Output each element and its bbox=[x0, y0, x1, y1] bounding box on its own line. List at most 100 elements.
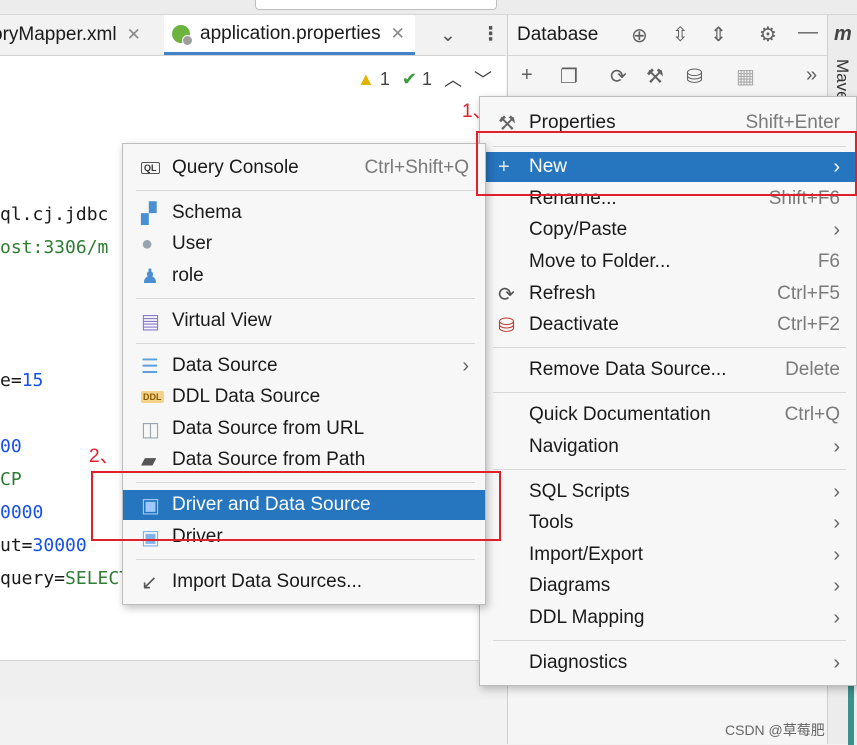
chevron-down-icon[interactable]: ⌄ bbox=[440, 24, 456, 47]
chevron-right-icon: › bbox=[833, 651, 840, 674]
code-key: query= bbox=[0, 568, 66, 589]
chevron-right-icon: › bbox=[833, 511, 840, 534]
menu-item-query-console[interactable]: QL Query Console Ctrl+Shift+Q bbox=[123, 153, 485, 183]
menu-separator bbox=[136, 298, 475, 299]
tab-label: oryMapper.xml bbox=[0, 24, 117, 45]
code-line: e=15 bbox=[0, 370, 43, 391]
menu-item-move-to-folder[interactable]: Move to Folder... F6 bbox=[480, 247, 856, 277]
code-key: e= bbox=[0, 370, 22, 391]
menu-item-data-source-from-url[interactable]: ◫ Data Source from URL bbox=[123, 414, 485, 444]
menu-separator bbox=[493, 640, 846, 641]
folder-icon: ▰ bbox=[141, 449, 157, 472]
menu-item-virtual-view[interactable]: ▤ Virtual View bbox=[123, 306, 485, 336]
chevron-right-icon: › bbox=[462, 354, 469, 377]
tab-application-properties[interactable]: application.properties ✕ bbox=[164, 15, 415, 55]
menu-item-label: Query Console bbox=[172, 157, 299, 178]
code-value: 00 bbox=[0, 436, 22, 457]
tab-mapper-xml[interactable]: oryMapper.xml ✕ bbox=[0, 15, 141, 55]
virtual-view-icon: ▤ bbox=[141, 310, 160, 333]
menu-item-ddl-data-source[interactable]: DDL DDL Data Source bbox=[123, 382, 485, 412]
menu-item-schema[interactable]: ▞ Schema bbox=[123, 198, 485, 228]
menu-item-diagnostics[interactable]: Diagnostics › bbox=[480, 648, 856, 678]
menu-item-import-data-sources[interactable]: ↙ Import Data Sources... bbox=[123, 567, 485, 597]
menu-item-navigation[interactable]: Navigation › bbox=[480, 432, 856, 462]
maven-icon[interactable]: m bbox=[834, 23, 852, 46]
plus-icon[interactable]: + bbox=[521, 64, 533, 87]
tab-label: application.properties bbox=[200, 22, 381, 44]
minimize-icon[interactable]: — bbox=[798, 21, 818, 44]
menu-item-quick-documentation[interactable]: Quick Documentation Ctrl+Q bbox=[480, 400, 856, 430]
chevron-right-icon: › bbox=[833, 435, 840, 458]
close-icon[interactable]: ✕ bbox=[391, 24, 405, 44]
code-line: ql.cj.jdbc bbox=[0, 204, 108, 225]
menu-item-deactivate[interactable]: ⛁ Deactivate Ctrl+F2 bbox=[480, 310, 856, 340]
menu-item-label: Import Data Sources... bbox=[172, 571, 363, 592]
chevron-right-icon: › bbox=[833, 543, 840, 566]
expand-all-icon[interactable]: ⇳ bbox=[672, 22, 689, 47]
deactivate-icon[interactable]: ⛁ bbox=[686, 64, 703, 89]
menu-item-label: Import/Export bbox=[529, 544, 644, 565]
maven-tab[interactable]: Mave bbox=[832, 59, 852, 101]
scroll-indicator bbox=[848, 685, 854, 745]
menu-item-label: Copy/Paste bbox=[529, 219, 628, 240]
spring-leaf-icon bbox=[172, 24, 193, 46]
close-icon[interactable]: ✕ bbox=[127, 25, 141, 45]
menu-item-remove-data-source[interactable]: Remove Data Source... Delete bbox=[480, 355, 856, 385]
code-value: 30000 bbox=[32, 535, 87, 556]
chevron-down-icon[interactable]: ﹀ bbox=[474, 66, 492, 92]
database-title: Database bbox=[517, 24, 599, 45]
menu-item-diagrams[interactable]: Diagrams › bbox=[480, 571, 856, 601]
shortcut-hint: Ctrl+Q bbox=[784, 404, 840, 425]
menu-item-sql-scripts[interactable]: SQL Scripts › bbox=[480, 477, 856, 507]
copy-icon[interactable]: ❐ bbox=[560, 64, 578, 89]
watermark: CSDN @草莓肥 bbox=[725, 722, 825, 738]
wrench-db-icon[interactable]: ⚒ bbox=[646, 64, 664, 89]
shortcut-hint: Delete bbox=[785, 359, 840, 380]
chevron-right-icon: › bbox=[833, 574, 840, 597]
code-value: 0000 bbox=[0, 502, 44, 523]
import-icon: ↙ bbox=[141, 571, 158, 594]
code-line: 00 bbox=[0, 436, 22, 457]
menu-item-label: DDL Mapping bbox=[529, 607, 645, 628]
annotation-step-2: 2、 bbox=[89, 446, 119, 467]
ok-count: 1 bbox=[421, 68, 432, 89]
query-console-icon: QL bbox=[141, 162, 160, 174]
menu-item-import-export[interactable]: Import/Export › bbox=[480, 540, 856, 570]
annotation-step-1: 1、 bbox=[462, 101, 492, 122]
collapse-all-icon[interactable]: ⇕ bbox=[710, 22, 727, 47]
menu-item-data-source[interactable]: ☰ Data Source › bbox=[123, 351, 485, 381]
crosshair-icon[interactable]: ⊕ bbox=[631, 23, 648, 48]
shortcut-hint: Ctrl+Shift+Q bbox=[364, 157, 469, 178]
refresh-icon[interactable]: ⟳ bbox=[610, 64, 627, 89]
menu-separator bbox=[493, 392, 846, 393]
inspection-widget[interactable]: ▲ 1 ✔ 1 ︿ ﹀ bbox=[357, 66, 492, 92]
menu-separator bbox=[136, 559, 475, 560]
chevron-up-icon[interactable]: ︿ bbox=[444, 66, 462, 92]
menu-item-tools[interactable]: Tools › bbox=[480, 508, 856, 538]
highlight-driver-and-data-source bbox=[91, 471, 501, 541]
more-icon[interactable]: » bbox=[806, 64, 817, 87]
menu-item-role[interactable]: ♟ role bbox=[123, 261, 485, 291]
more-vertical-icon[interactable]: ⋮ bbox=[481, 23, 500, 46]
menu-item-label: DDL Data Source bbox=[172, 386, 321, 407]
check-icon: ✔ bbox=[401, 68, 417, 89]
code-value: 15 bbox=[21, 370, 44, 391]
menu-item-user[interactable]: ● User bbox=[123, 229, 485, 259]
table-icon[interactable]: ▦ bbox=[736, 64, 755, 89]
menu-item-ddl-mapping[interactable]: DDL Mapping › bbox=[480, 603, 856, 633]
chevron-right-icon: › bbox=[833, 218, 840, 241]
menu-item-label: role bbox=[172, 265, 204, 286]
menu-item-label: Data Source bbox=[172, 355, 278, 376]
warning-count: 1 bbox=[379, 68, 390, 89]
menu-item-copy-paste[interactable]: Copy/Paste › bbox=[480, 215, 856, 245]
menu-item-label: Diagrams bbox=[529, 575, 611, 596]
run-config-selector[interactable] bbox=[255, 0, 497, 10]
editor-status-bar bbox=[0, 660, 506, 701]
code-value: ost:3306/m bbox=[0, 237, 109, 258]
highlight-new bbox=[476, 131, 857, 196]
gear-icon[interactable]: ⚙ bbox=[759, 22, 777, 47]
deactivate-icon: ⛁ bbox=[498, 314, 515, 337]
menu-item-label: Tools bbox=[529, 512, 574, 533]
code-line: CP bbox=[0, 469, 22, 490]
menu-item-refresh[interactable]: ⟳ Refresh Ctrl+F5 bbox=[480, 279, 856, 309]
